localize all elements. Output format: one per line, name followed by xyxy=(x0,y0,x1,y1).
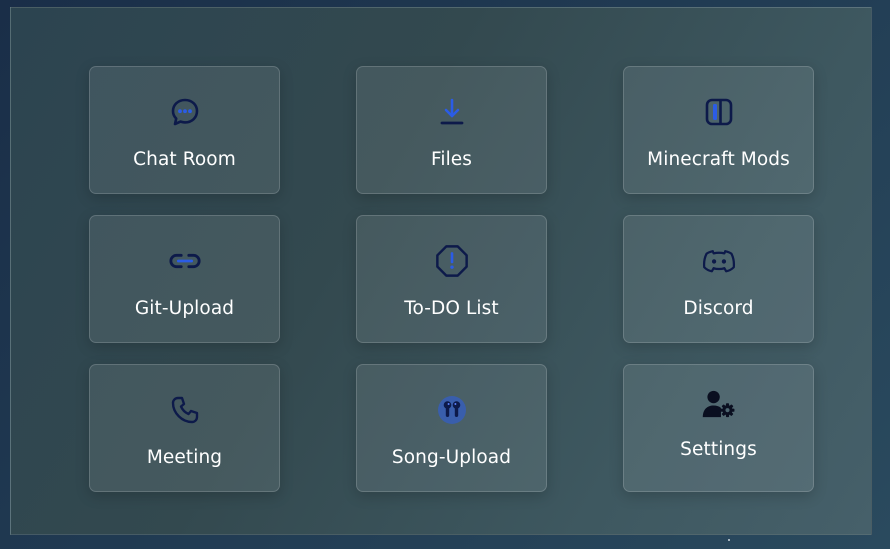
tile-git-upload[interactable]: Git-Upload xyxy=(89,215,280,343)
phone-icon xyxy=(168,393,202,427)
tile-label: Chat Room xyxy=(133,149,236,170)
tile-minecraft-mods[interactable]: Minecraft Mods xyxy=(623,66,814,194)
chat-bubble-icon xyxy=(168,95,202,129)
panels-icon xyxy=(702,95,736,129)
discord-icon xyxy=(702,244,736,278)
octagon-alert-icon xyxy=(435,244,469,278)
tile-meeting[interactable]: Meeting xyxy=(89,364,280,492)
tile-label: Files xyxy=(430,149,473,170)
tile-song-upload[interactable]: Song-Upload xyxy=(356,364,547,492)
tile-label: Discord xyxy=(683,298,754,319)
tile-chat-room[interactable]: Chat Room xyxy=(89,66,280,194)
earbuds-icon xyxy=(435,393,469,427)
download-icon xyxy=(435,95,469,129)
tile-label: Meeting xyxy=(146,447,223,468)
app-grid-panel: Chat Room Files Minecraft Mods Git-Uploa… xyxy=(10,7,872,535)
tile-label: Git-Upload xyxy=(134,298,235,319)
tile-label: Minecraft Mods xyxy=(647,149,790,170)
tile-settings[interactable]: Settings xyxy=(623,364,814,492)
tile-discord[interactable]: Discord xyxy=(623,215,814,343)
link-icon xyxy=(168,244,202,278)
tile-label: To-DO List xyxy=(404,298,499,319)
user-gear-icon xyxy=(702,387,736,421)
tile-files[interactable]: Files xyxy=(356,66,547,194)
tile-label: Settings xyxy=(680,439,757,460)
tile-label: Song-Upload xyxy=(391,447,512,468)
tile-to-do-list[interactable]: To-DO List xyxy=(356,215,547,343)
stray-dot xyxy=(728,539,730,541)
